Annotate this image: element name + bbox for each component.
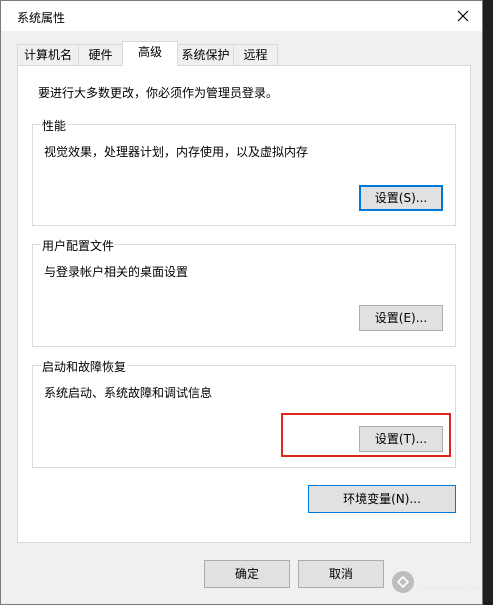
tab-hardware[interactable]: 硬件 (78, 44, 123, 65)
watermark: 创新互联 CHUANG XIN HU LIAN (392, 564, 488, 600)
user-profiles-desc: 与登录帐户相关的桌面设置 (44, 265, 189, 279)
performance-group: 性能 视觉效果，处理器计划，内存使用，以及虚拟内存 设置(S)... (32, 117, 456, 226)
admin-note: 要进行大多数更改，你必须作为管理员登录。 (38, 86, 279, 100)
tab-remote[interactable]: 远程 (233, 44, 278, 65)
performance-desc: 视觉效果，处理器计划，内存使用，以及虚拟内存 (44, 145, 309, 159)
startup-recovery-title: 启动和故障恢复 (41, 358, 128, 375)
close-button[interactable] (450, 4, 476, 28)
user-profiles-settings-button[interactable]: 设置(E)... (359, 305, 443, 331)
startup-recovery-desc: 系统启动、系统故障和调试信息 (44, 386, 213, 400)
title-bar: 系统属性 (1, 1, 482, 31)
performance-title: 性能 (41, 117, 68, 134)
ok-button[interactable]: 确定 (204, 560, 290, 588)
user-profiles-group: 用户配置文件 与登录帐户相关的桌面设置 设置(E)... (32, 237, 456, 347)
logo-icon (392, 571, 414, 593)
tab-advanced[interactable]: 高级 (122, 41, 178, 66)
watermark-cn: 创新互联 (419, 571, 472, 586)
window-title: 系统属性 (17, 11, 66, 25)
watermark-en: CHUANG XIN HU LIAN (419, 586, 479, 592)
tab-system-protection[interactable]: 系统保护 (177, 44, 234, 65)
tab-computer-name[interactable]: 计算机名 (17, 44, 79, 65)
close-icon (457, 10, 469, 22)
system-properties-dialog: 系统属性 计算机名 硬件 高级 系统保护 远程 要进行大多数更改，你必须作为管理… (0, 0, 483, 605)
environment-variables-button[interactable]: 环境变量(N)... (308, 485, 456, 513)
highlight-box (281, 413, 451, 457)
background-strip (483, 0, 493, 605)
user-profiles-title: 用户配置文件 (41, 237, 116, 254)
advanced-panel: 要进行大多数更改，你必须作为管理员登录。 性能 视觉效果，处理器计划，内存使用，… (17, 65, 471, 543)
performance-settings-button[interactable]: 设置(S)... (359, 185, 443, 211)
cancel-button[interactable]: 取消 (298, 560, 384, 588)
